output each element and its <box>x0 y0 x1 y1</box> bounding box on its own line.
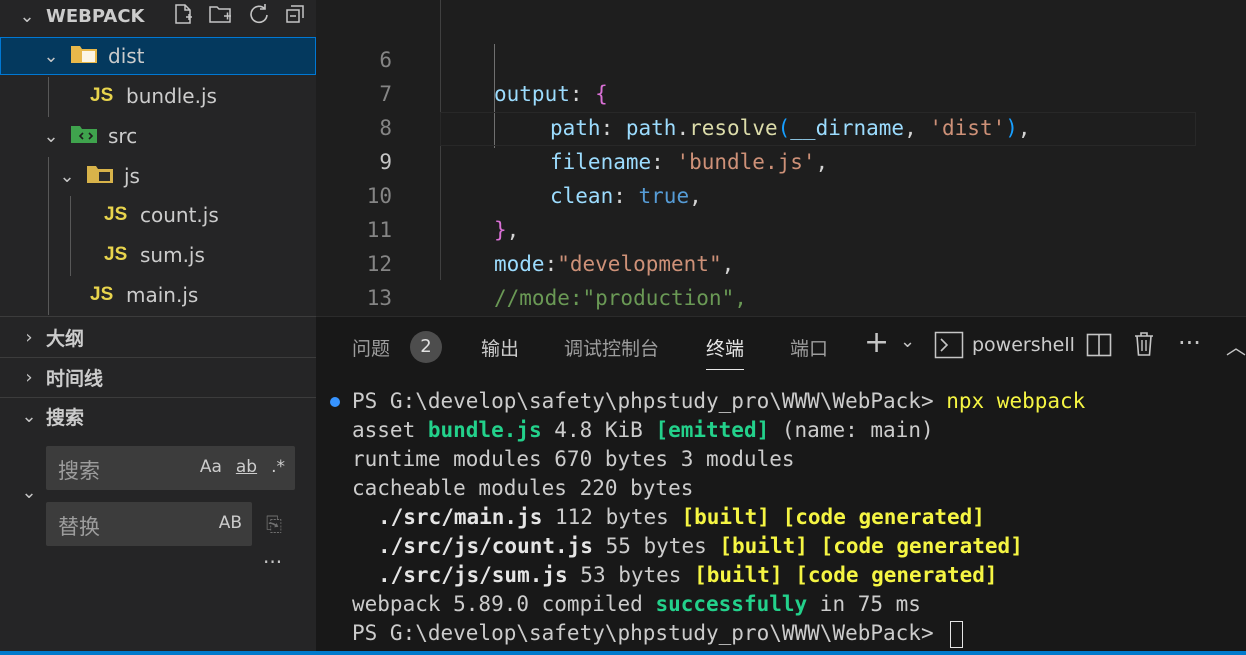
tree-file-count[interactable]: JS count.js <box>0 196 316 234</box>
regex-toggle[interactable]: .* <box>271 457 285 477</box>
more-icon[interactable]: ··· <box>1178 329 1201 357</box>
tree-label: sum.js <box>140 243 205 267</box>
code-line: 7 path: path.resolve(__dirname, 'dist'), <box>379 82 1031 140</box>
terminal-line: ./src/js/sum.js 53 bytes [built] [code g… <box>378 563 998 587</box>
tab-terminal[interactable]: 终端 <box>706 334 745 370</box>
section-title: 时间线 <box>46 367 104 390</box>
tab-ports[interactable]: 端口 <box>790 334 828 361</box>
code-editor[interactable]: 6 output: { 7 path: path.resolve(__dirna… <box>316 0 1246 378</box>
code-line: 13 <box>366 286 392 310</box>
tree-label: bundle.js <box>126 84 217 108</box>
explorer-toolbar <box>172 0 306 32</box>
terminal-line: cacheable modules 220 bytes <box>352 476 694 500</box>
trash-icon[interactable] <box>1133 331 1155 363</box>
match-case-toggle[interactable]: Aa <box>200 457 222 477</box>
command-status-dot <box>330 397 340 407</box>
chevron-right-icon: › <box>25 326 33 348</box>
new-file-icon[interactable] <box>172 3 194 30</box>
tree-folder-js[interactable]: ⌄ js <box>0 157 316 195</box>
js-file-icon: JS <box>104 204 128 225</box>
status-bar <box>0 651 1246 655</box>
js-file-icon: JS <box>90 85 114 106</box>
replace-all-icon[interactable]: ⎘ <box>266 512 282 536</box>
tab-output[interactable]: 输出 <box>481 334 519 361</box>
section-search[interactable]: ⌄ 搜索 <box>0 397 316 435</box>
terminal-line: ./src/js/count.js 55 bytes [built] [code… <box>378 534 1023 558</box>
chevron-down-icon: ⌄ <box>59 165 75 187</box>
tree-folder-dist[interactable]: ⌄ dist <box>0 37 316 75</box>
tab-debug-console[interactable]: 调试控制台 <box>564 334 659 361</box>
more-icon[interactable]: ... <box>263 544 282 568</box>
terminal-line: asset bundle.js 4.8 KiB [emitted] (name:… <box>352 418 934 442</box>
refresh-icon[interactable] <box>248 3 270 30</box>
split-icon[interactable] <box>1086 333 1112 363</box>
folder-src-icon <box>70 123 98 149</box>
match-word-toggle[interactable]: ab <box>236 457 257 477</box>
problems-count-badge: 2 <box>410 331 442 363</box>
bottom-panel: 问题 2 输出 调试控制台 终端 端口 + ⌄ powershell ··· ︿… <box>316 316 1246 652</box>
section-outline[interactable]: › 大纲 <box>0 318 316 356</box>
terminal-line: PS G:\develop\safety\phpstudy_pro\WWW\We… <box>352 389 1086 413</box>
section-timeline[interactable]: › 时间线 <box>0 358 316 396</box>
tab-problems[interactable]: 问题 <box>352 334 390 361</box>
folder-dist-icon <box>70 43 98 69</box>
tree-label: main.js <box>126 283 199 307</box>
code-line: 10 }, <box>366 184 520 242</box>
tree-file-main[interactable]: JS main.js <box>0 276 316 314</box>
terminal-line: runtime modules 670 bytes 3 modules <box>352 447 795 471</box>
new-folder-icon[interactable] <box>208 3 234 30</box>
toggle-replace-chevron[interactable]: ⌄ <box>18 482 40 503</box>
section-title: 搜索 <box>46 406 85 429</box>
chevron-down-icon: ⌄ <box>21 405 37 427</box>
tree-label: src <box>108 124 138 148</box>
panel-tabs: 问题 2 输出 调试控制台 终端 端口 + ⌄ powershell ··· ︿ <box>316 317 1246 375</box>
tree-label: js <box>124 164 140 188</box>
terminal-shell-label[interactable]: powershell <box>972 334 1075 356</box>
code-line: 6 output: { <box>379 48 608 106</box>
search-placeholder: 搜索 <box>58 459 100 483</box>
explorer-title: WEBPACK <box>46 5 145 27</box>
chevron-up-icon[interactable]: ︿ <box>1226 331 1246 360</box>
replace-placeholder: 替换 <box>58 515 100 539</box>
tree-folder-src[interactable]: ⌄ src <box>0 117 316 155</box>
code-line: 12 //mode:"production", <box>366 252 747 310</box>
add-icon[interactable]: + <box>864 325 889 360</box>
chevron-down-icon[interactable]: ⌄ <box>900 331 915 352</box>
section-title: 大纲 <box>46 327 85 350</box>
code-line: 8 filename: 'bundle.js', <box>379 116 829 174</box>
tree-label: count.js <box>140 203 219 227</box>
replace-input[interactable]: 替换 AB <box>46 502 252 546</box>
explorer-sidebar: ⌄ WEBPACK ⌄ dist JS bundle.js ⌄ src ⌄ js… <box>0 0 316 651</box>
tree-file-bundle[interactable]: JS bundle.js <box>0 77 316 115</box>
terminal-icon <box>934 331 964 365</box>
tree-label: dist <box>108 44 145 68</box>
js-file-icon: JS <box>104 244 128 265</box>
js-file-icon: JS <box>90 284 114 305</box>
code-line: 9 clean: true, <box>379 150 702 208</box>
preserve-case-toggle[interactable]: AB <box>219 513 242 533</box>
code-line: 11 mode:"development", <box>366 218 735 276</box>
collapse-all-icon[interactable] <box>284 3 306 30</box>
terminal-cursor <box>950 620 964 648</box>
terminal-line: webpack 5.89.0 compiled successfully in … <box>352 592 921 616</box>
chevron-down-icon: ⌄ <box>43 45 59 67</box>
chevron-down-icon: ⌄ <box>43 125 59 147</box>
terminal-prompt-line: PS G:\develop\safety\phpstudy_pro\WWW\We… <box>352 619 964 648</box>
chevron-down-icon[interactable]: ⌄ <box>16 6 38 27</box>
tree-file-sum[interactable]: JS sum.js <box>0 236 316 274</box>
folder-js-icon <box>86 163 114 189</box>
chevron-right-icon: › <box>25 366 33 388</box>
search-input[interactable]: 搜索 Aa ab .* <box>46 446 295 490</box>
terminal-line: ./src/main.js 112 bytes [built] [code ge… <box>378 505 985 529</box>
code-line: 14 }; <box>316 281 1246 378</box>
